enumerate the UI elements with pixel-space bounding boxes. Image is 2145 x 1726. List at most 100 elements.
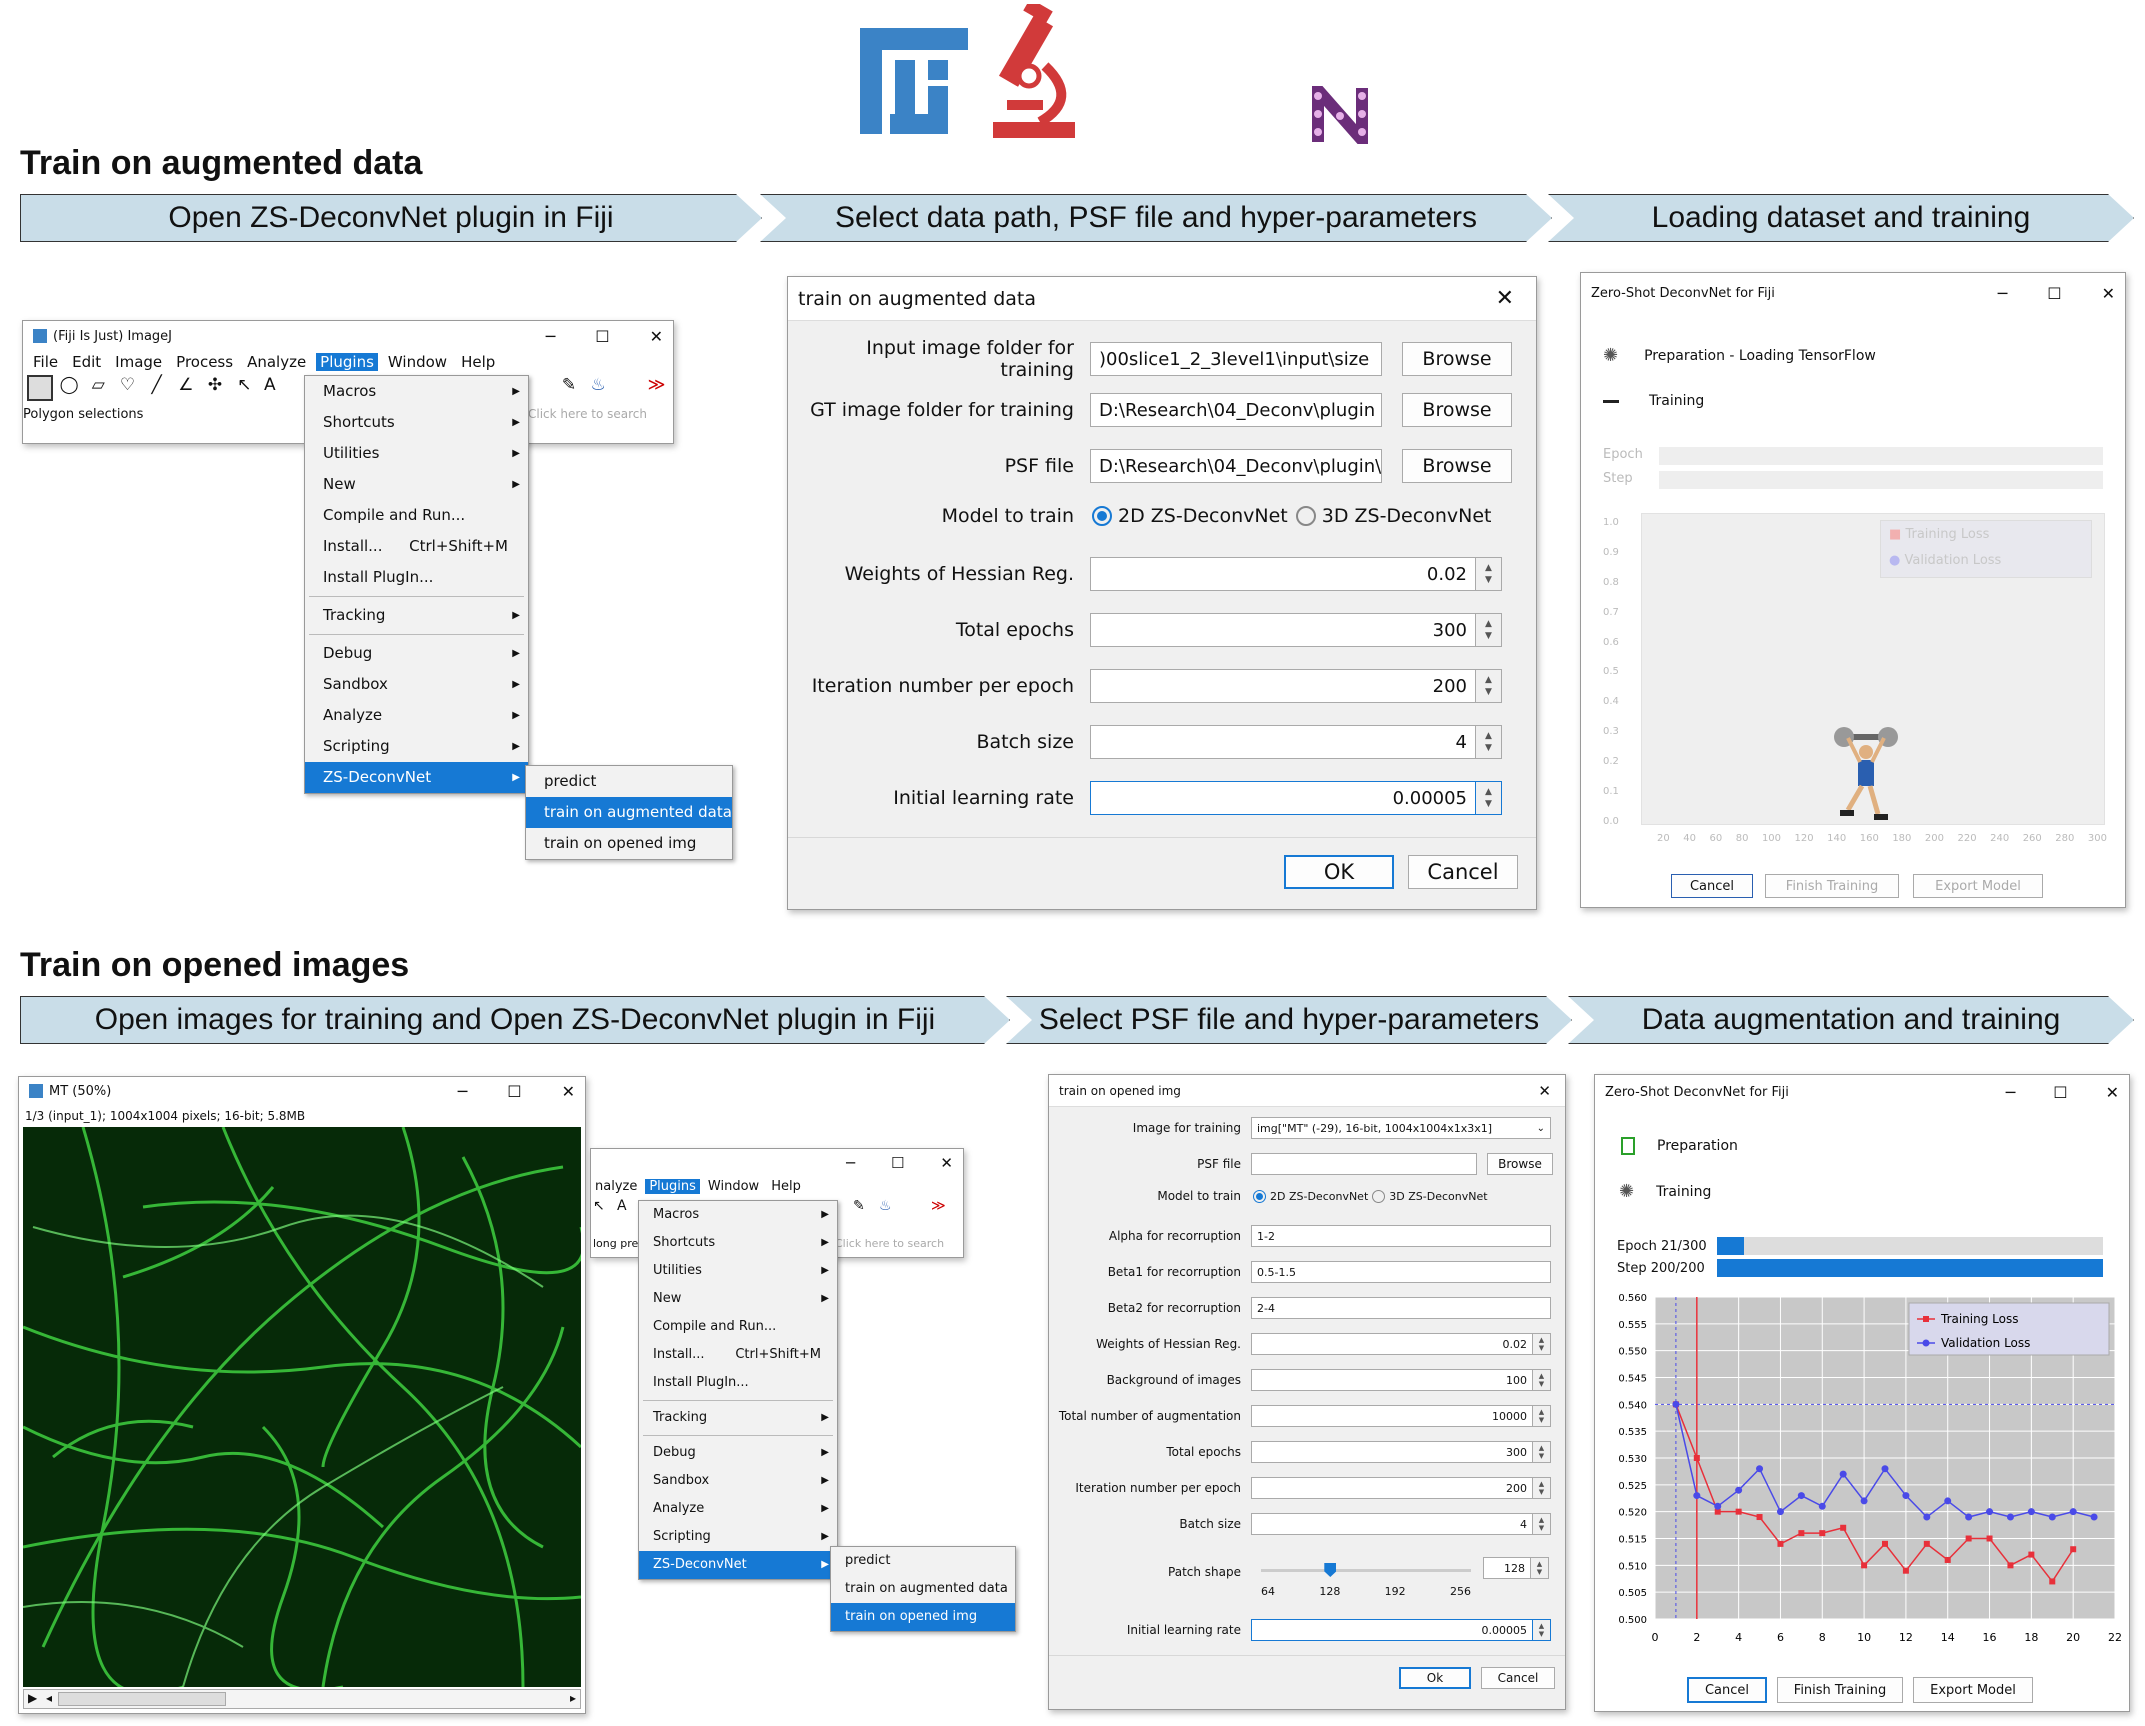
lr2-spinner[interactable]: ▲ ▼ <box>1533 1619 1551 1641</box>
browse-gt-button[interactable]: Browse <box>1402 393 1512 427</box>
hessian-spinner[interactable]: ▲ ▼ <box>1476 557 1502 591</box>
psf-field[interactable]: D:\Research\04_Deconv\plugin\ <box>1090 449 1382 483</box>
submenu-predict[interactable]: predict <box>831 1547 1015 1575</box>
browse-input-button[interactable]: Browse <box>1402 342 1512 376</box>
batch2-field[interactable]: 4 <box>1251 1513 1533 1535</box>
bg-spinner[interactable]: ▲ ▼ <box>1533 1369 1551 1391</box>
submenu-train-augmented[interactable]: train on augmented data <box>526 797 732 828</box>
menu-install-plugin[interactable]: Install PlugIn... <box>305 562 528 593</box>
psf2-field[interactable] <box>1251 1153 1477 1175</box>
radio-2d[interactable] <box>1092 506 1112 526</box>
epochs-field[interactable]: 300 <box>1090 613 1476 647</box>
menu-new[interactable]: New ▶ <box>639 1285 837 1313</box>
minimize-button[interactable]: ─ <box>2006 1083 2016 1102</box>
menu-macros[interactable]: Macros ▶ <box>305 376 528 407</box>
batch-spinner[interactable]: ▲ ▼ <box>1476 725 1502 759</box>
more-tools-icon[interactable]: ≫ <box>931 1198 953 1214</box>
dropper-tool-icon[interactable]: ✎ <box>853 1198 875 1214</box>
gt-folder-field[interactable]: D:\Research\04_Deconv\plugin <box>1090 393 1382 427</box>
minimize-button[interactable]: ─ <box>846 1154 855 1172</box>
fill-tool-icon[interactable]: ♨ <box>879 1198 901 1214</box>
epochs2-spinner[interactable]: ▲ ▼ <box>1533 1441 1551 1463</box>
lr2-field[interactable]: 0.00005 <box>1251 1619 1533 1641</box>
patch-slider[interactable]: 64 128 192 256 <box>1261 1561 1471 1601</box>
wand-tool-icon[interactable]: ↖ <box>593 1198 613 1214</box>
batch-field[interactable]: 4 <box>1090 725 1476 759</box>
menu-new[interactable]: New ▶ <box>305 469 528 500</box>
microtubule-image[interactable] <box>23 1127 581 1687</box>
iter-spinner[interactable]: ▲ ▼ <box>1476 669 1502 703</box>
close-button[interactable]: ✕ <box>562 1082 575 1101</box>
hessian-field[interactable]: 0.02 <box>1090 557 1476 591</box>
freehand-tool-icon[interactable]: ♡ <box>115 375 140 401</box>
alpha-field[interactable]: 1-2 <box>1251 1225 1551 1247</box>
iter2-spinner[interactable]: ▲ ▼ <box>1533 1477 1551 1499</box>
menu-shortcuts[interactable]: Shortcuts ▶ <box>639 1229 837 1257</box>
train1-export-button[interactable]: Export Model <box>1913 874 2043 898</box>
scroll-left-icon[interactable]: ◂ <box>46 1691 52 1705</box>
image-select[interactable]: img["MT" (-29), 16-bit, 1004x1004x1x3x1]… <box>1251 1117 1551 1139</box>
menu-window[interactable]: Window <box>384 353 451 371</box>
text-tool-icon[interactable]: A <box>617 1198 635 1214</box>
menu-file[interactable]: File <box>29 353 62 371</box>
iter-field[interactable]: 200 <box>1090 669 1476 703</box>
maximize-button[interactable]: ☐ <box>595 327 609 346</box>
menu-help[interactable]: Help <box>767 1179 805 1194</box>
radio-3d[interactable] <box>1372 1189 1386 1203</box>
menu-compile-run[interactable]: Compile and Run... <box>639 1313 837 1341</box>
menu-scripting[interactable]: Scripting ▶ <box>639 1523 837 1551</box>
more-tools-icon[interactable]: ≫ <box>644 375 669 401</box>
menu-edit[interactable]: Edit <box>68 353 105 371</box>
ok2-button[interactable]: Ok <box>1399 1667 1471 1689</box>
browse-psf-button[interactable]: Browse <box>1402 449 1512 483</box>
menu-sandbox[interactable]: Sandbox ▶ <box>305 669 528 700</box>
menu-zs-deconvnet[interactable]: ZS-DeconvNet ▶ <box>639 1551 837 1579</box>
menu-analyze-sub[interactable]: Analyze ▶ <box>305 700 528 731</box>
dropper-tool-icon[interactable]: ✎ <box>556 375 581 401</box>
menu-process[interactable]: Process <box>172 353 237 371</box>
close-button[interactable]: ✕ <box>2102 284 2115 303</box>
lr-spinner[interactable]: ▲ ▼ <box>1476 781 1502 815</box>
close-button[interactable]: ✕ <box>2106 1083 2119 1102</box>
minimize-button[interactable]: ─ <box>1998 284 2008 303</box>
oval-tool-icon[interactable]: ◯ <box>57 375 82 401</box>
maximize-button[interactable]: ☐ <box>891 1154 904 1172</box>
menu-utilities[interactable]: Utilities ▶ <box>639 1257 837 1285</box>
browse-psf2-button[interactable]: Browse <box>1487 1153 1553 1175</box>
aug-spinner[interactable]: ▲ ▼ <box>1533 1405 1551 1427</box>
point-tool-icon[interactable]: ✣ <box>202 375 227 401</box>
menu-scripting[interactable]: Scripting ▶ <box>305 731 528 762</box>
menu-help[interactable]: Help <box>457 353 499 371</box>
menu-tracking[interactable]: Tracking ▶ <box>305 600 528 631</box>
epochs-spinner[interactable]: ▲ ▼ <box>1476 613 1502 647</box>
patch-slider-thumb[interactable] <box>1324 1563 1337 1577</box>
submenu-train-opened[interactable]: train on opened img <box>526 828 732 859</box>
menu-debug[interactable]: Debug ▶ <box>305 638 528 669</box>
slider-thumb[interactable] <box>58 1692 226 1706</box>
close-icon[interactable]: ✕ <box>1538 1082 1551 1100</box>
menu-install[interactable]: Install... Ctrl+Shift+M <box>639 1341 837 1369</box>
radio-3d[interactable] <box>1295 506 1316 526</box>
polygon-tool-icon[interactable]: ▱ <box>86 375 111 401</box>
menu-window[interactable]: Window <box>704 1179 763 1194</box>
hessian2-field[interactable]: 0.02 <box>1251 1333 1533 1355</box>
beta1-field[interactable]: 0.5-1.5 <box>1251 1261 1551 1283</box>
imagej2-search[interactable]: Click here to search <box>835 1237 944 1250</box>
iter2-field[interactable]: 200 <box>1251 1477 1533 1499</box>
radio-2d[interactable] <box>1253 1189 1266 1203</box>
menu-plugins[interactable]: Plugins <box>316 353 378 371</box>
minimize-button[interactable]: ─ <box>546 327 556 346</box>
imagej-search[interactable]: Click here to search <box>528 407 647 421</box>
text-tool-icon[interactable]: A <box>261 375 279 401</box>
input-folder-field[interactable]: )00slice1_2_3level1\input\size <box>1090 342 1382 376</box>
menu-analyze-sub[interactable]: Analyze ▶ <box>639 1495 837 1523</box>
aug-field[interactable]: 10000 <box>1251 1405 1533 1427</box>
patch-spinner[interactable]: ▲ ▼ <box>1531 1557 1549 1579</box>
beta2-field[interactable]: 2-4 <box>1251 1297 1551 1319</box>
patch-field[interactable]: 128 <box>1483 1557 1531 1579</box>
close-icon[interactable]: ✕ <box>1496 286 1514 311</box>
line-tool-icon[interactable]: ╱ <box>144 375 169 401</box>
menu-zs-deconvnet[interactable]: ZS-DeconvNet ▶ <box>305 762 528 793</box>
batch2-spinner[interactable]: ▲ ▼ <box>1533 1513 1551 1535</box>
menu-shortcuts[interactable]: Shortcuts ▶ <box>305 407 528 438</box>
